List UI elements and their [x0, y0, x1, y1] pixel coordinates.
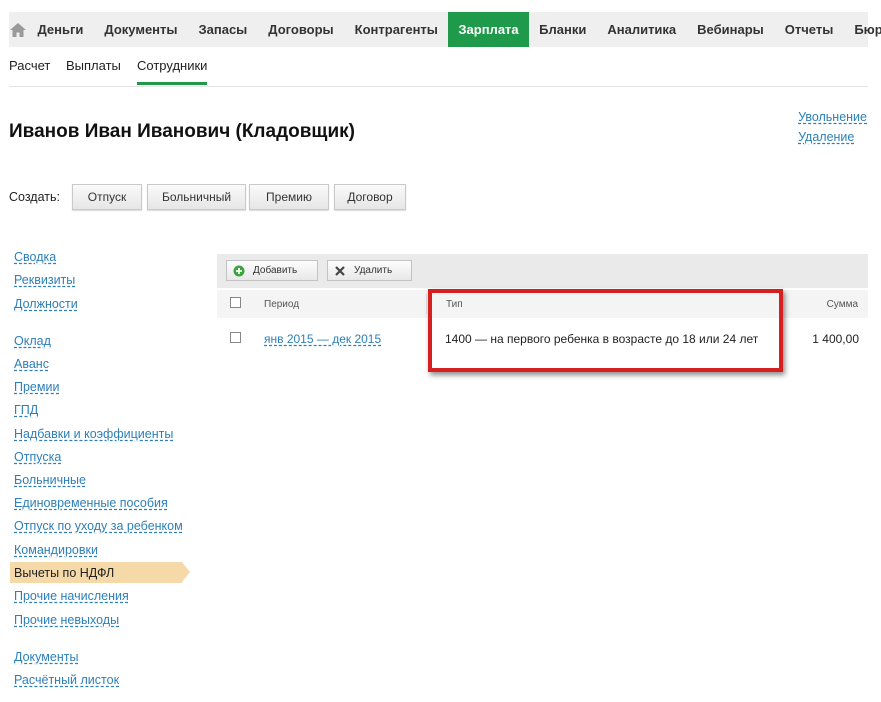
add-button[interactable]: Добавить [226, 260, 318, 281]
menu-raschetnyi-listok[interactable]: Расчётный листок [14, 673, 119, 687]
row-sum: 1 400,00 [812, 332, 859, 346]
top-navigation: Деньги Документы Запасы Договоры Контраг… [9, 12, 881, 47]
home-button[interactable] [9, 12, 27, 47]
row-checkbox[interactable] [230, 332, 241, 343]
menu-gpd[interactable]: ГПД [14, 403, 38, 417]
menu-svodka[interactable]: Сводка [14, 250, 56, 264]
menu-premii[interactable]: Премии [14, 380, 59, 394]
menu-avans[interactable]: Аванс [14, 357, 49, 371]
menu-komandirovki[interactable]: Командировки [14, 543, 98, 557]
menu-otpusk-rebenok[interactable]: Отпуск по уходу за ребенком [14, 519, 183, 533]
row-period-link[interactable]: янв 2015 — дек 2015 [264, 332, 381, 346]
column-divider [426, 294, 427, 314]
delete-employee-link[interactable]: Удаление [798, 130, 867, 144]
column-sum[interactable]: Сумма [827, 299, 858, 310]
nav-analitika[interactable]: Аналитика [597, 12, 687, 47]
plus-circle-icon [233, 265, 245, 277]
menu-oklad[interactable]: Оклад [14, 334, 51, 348]
delete-button[interactable]: Удалить [327, 260, 412, 281]
add-button-label: Добавить [253, 265, 298, 276]
tab-vyplaty[interactable]: Выплаты [66, 58, 121, 73]
menu-vychety-ndfl[interactable]: Вычеты по НДФЛ [10, 562, 190, 583]
menu-dokumenty[interactable]: Документы [14, 650, 78, 664]
menu-otpuska[interactable]: Отпуска [14, 450, 61, 464]
menu-prochie-nachisleniya[interactable]: Прочие начисления [14, 589, 129, 603]
nav-blanki[interactable]: Бланки [529, 12, 597, 47]
nav-buro[interactable]: Бюро beta [844, 12, 881, 47]
nav-dogovory[interactable]: Договоры [258, 12, 344, 47]
table-toolbar: Добавить Удалить [217, 254, 868, 288]
highlight-frame [428, 289, 783, 372]
employee-actions: Увольнение Удаление [798, 110, 867, 150]
nav-otchety[interactable]: Отчеты [774, 12, 844, 47]
nav-zapasy[interactable]: Запасы [188, 12, 258, 47]
tab-raschet[interactable]: Расчет [9, 58, 50, 73]
x-icon [334, 265, 346, 277]
nav-kontragenty[interactable]: Контрагенты [344, 12, 448, 47]
menu-prochie-nevyhody[interactable]: Прочие невыходы [14, 613, 119, 627]
nav-buro-label: Бюро [854, 22, 881, 37]
nav-zarplata[interactable]: Зарплата [448, 12, 529, 47]
nav-dokumenty[interactable]: Документы [94, 12, 188, 47]
create-contract-button[interactable]: Договор [334, 184, 406, 210]
menu-nadbavki[interactable]: Надбавки и коэффициенты [14, 427, 173, 441]
menu-dolzhnosti[interactable]: Должности [14, 297, 78, 311]
create-sick-leave-button[interactable]: Больничный [147, 184, 246, 210]
select-all-checkbox[interactable] [230, 297, 241, 308]
nav-dengi[interactable]: Деньги [27, 12, 94, 47]
create-bonus-button[interactable]: Премию [249, 184, 329, 210]
dismissal-link[interactable]: Увольнение [798, 110, 867, 124]
create-vacation-button[interactable]: Отпуск [72, 184, 142, 210]
page-title: Иванов Иван Иванович (Кладовщик) [9, 121, 355, 142]
tab-sotrudniki[interactable]: Сотрудники [137, 58, 208, 85]
delete-button-label: Удалить [354, 265, 393, 276]
create-label: Создать: [9, 190, 60, 204]
column-period[interactable]: Период [264, 299, 299, 310]
nav-vebinary[interactable]: Вебинары [687, 12, 775, 47]
sub-tabs: Расчет Выплаты Сотрудники [9, 50, 868, 87]
menu-rekvizity[interactable]: Реквизиты [14, 273, 75, 287]
home-icon [10, 22, 26, 37]
menu-posobiya[interactable]: Единовременные пособия [14, 496, 168, 510]
menu-bolnichnye[interactable]: Больничные [14, 473, 86, 487]
